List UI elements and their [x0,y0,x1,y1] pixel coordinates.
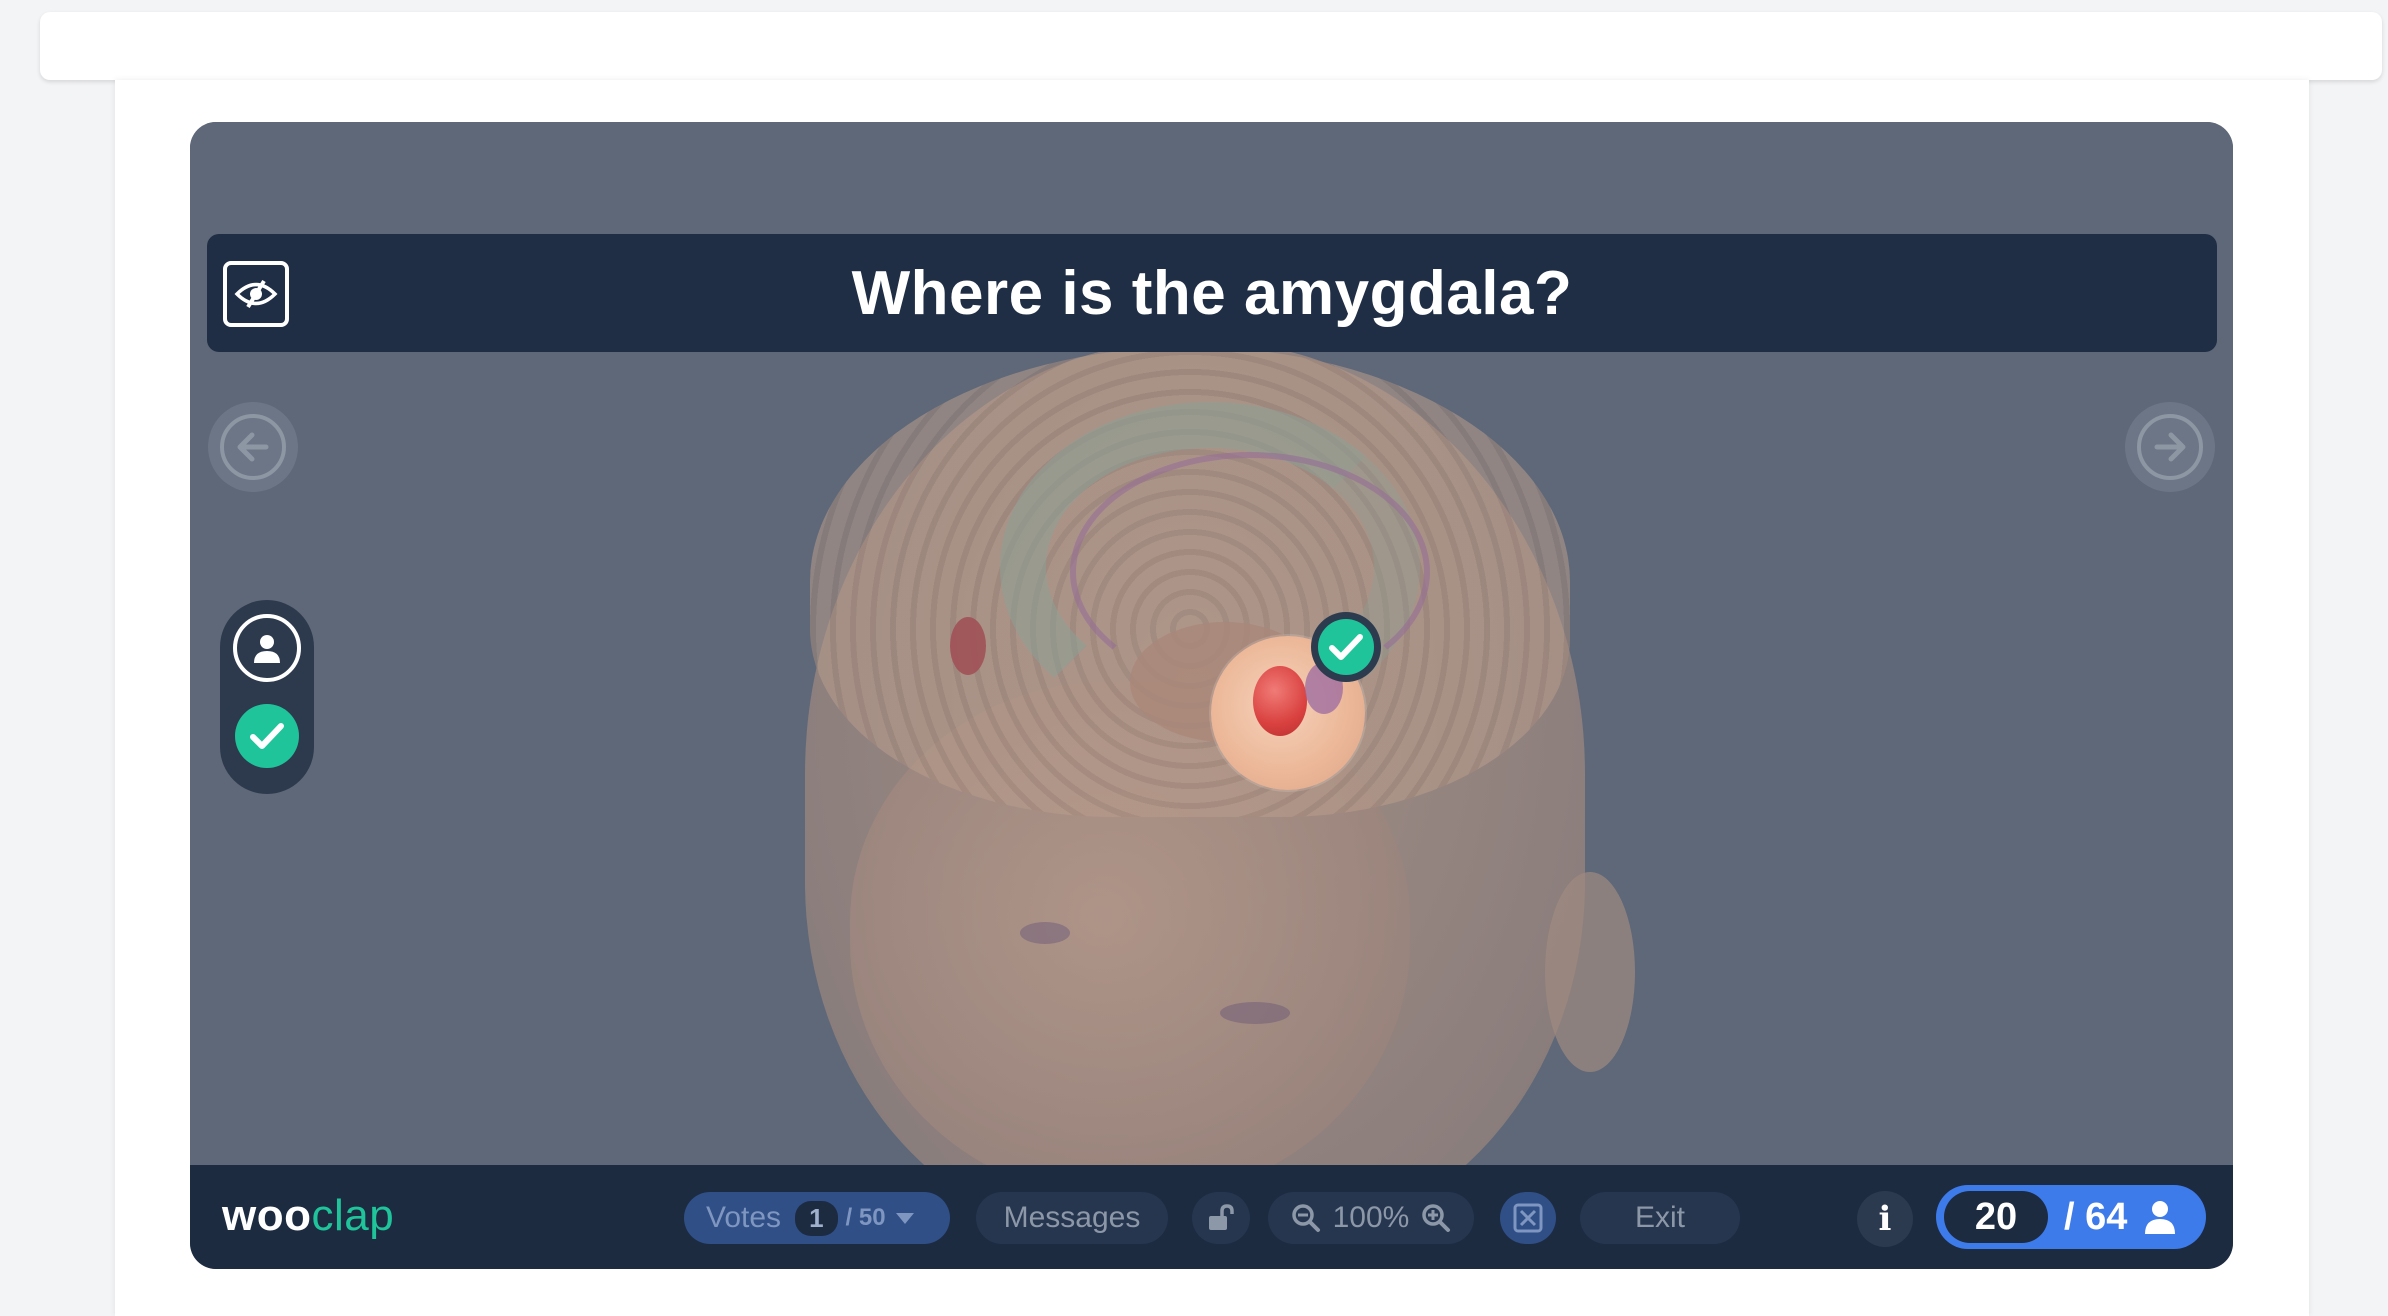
chevron-down-icon [895,1212,914,1224]
answer-toggle-panel [220,600,314,794]
hide-title-button[interactable] [223,261,289,327]
votes-count: 1 [795,1200,838,1236]
next-question-button[interactable] [2125,402,2215,492]
info-button[interactable]: i [1857,1191,1913,1247]
arrow-left-icon [237,432,269,462]
unlock-icon [1209,1204,1234,1230]
question-title-bar: Where is the amygdala? [207,234,2217,352]
participant-counter[interactable]: 20 / 64 [1936,1185,2206,1249]
participants-current: 20 [1944,1191,2048,1243]
exit-button[interactable]: Exit [1580,1192,1740,1244]
question-title: Where is the amygdala? [851,258,1573,328]
eye-slash-icon [234,279,278,309]
top-bar [40,12,2382,80]
messages-label: Messages [1003,1201,1141,1234]
zoom-out-icon[interactable] [1291,1203,1321,1233]
votes-button[interactable]: Votes 1 / 50 [684,1192,950,1244]
question-image[interactable]: Where is the amygdala? [190,122,2233,1165]
answer-check-marker[interactable] [1311,612,1381,682]
fullscreen-icon [1513,1203,1543,1233]
show-correct-answer-button[interactable] [235,704,299,768]
fullscreen-button[interactable] [1500,1192,1556,1244]
zoom-controls: 100% [1268,1192,1474,1244]
structure-marker-left [950,617,986,675]
zoom-level: 100% [1332,1201,1410,1234]
wooclap-logo: wooclap [222,1191,395,1240]
check-icon [1318,619,1374,675]
eye-illustration [1020,922,1070,944]
participants-total: / 64 [2064,1195,2128,1238]
check-icon [250,723,284,749]
messages-button[interactable]: Messages [976,1192,1168,1244]
exit-label: Exit [1634,1201,1685,1234]
info-icon: i [1878,1199,1892,1239]
amygdala-illustration [1253,666,1307,736]
user-icon [2143,1199,2177,1235]
eye-illustration [1220,1002,1290,1024]
lock-toggle-button[interactable] [1192,1192,1250,1244]
control-bar: wooclap Votes 1 / 50 Messages 100% Exit … [190,1165,2233,1269]
zoom-in-icon[interactable] [1421,1203,1451,1233]
user-icon [254,635,280,663]
previous-question-button[interactable] [208,402,298,492]
show-participant-answers-button[interactable] [233,614,301,682]
votes-label: Votes [706,1201,782,1234]
presentation-player: Where is the amygdala? wooclap Votes 1 /… [190,122,2233,1269]
votes-total: / 50 [845,1204,886,1231]
arrow-right-icon [2154,432,2186,462]
ear-illustration [1545,872,1635,1072]
